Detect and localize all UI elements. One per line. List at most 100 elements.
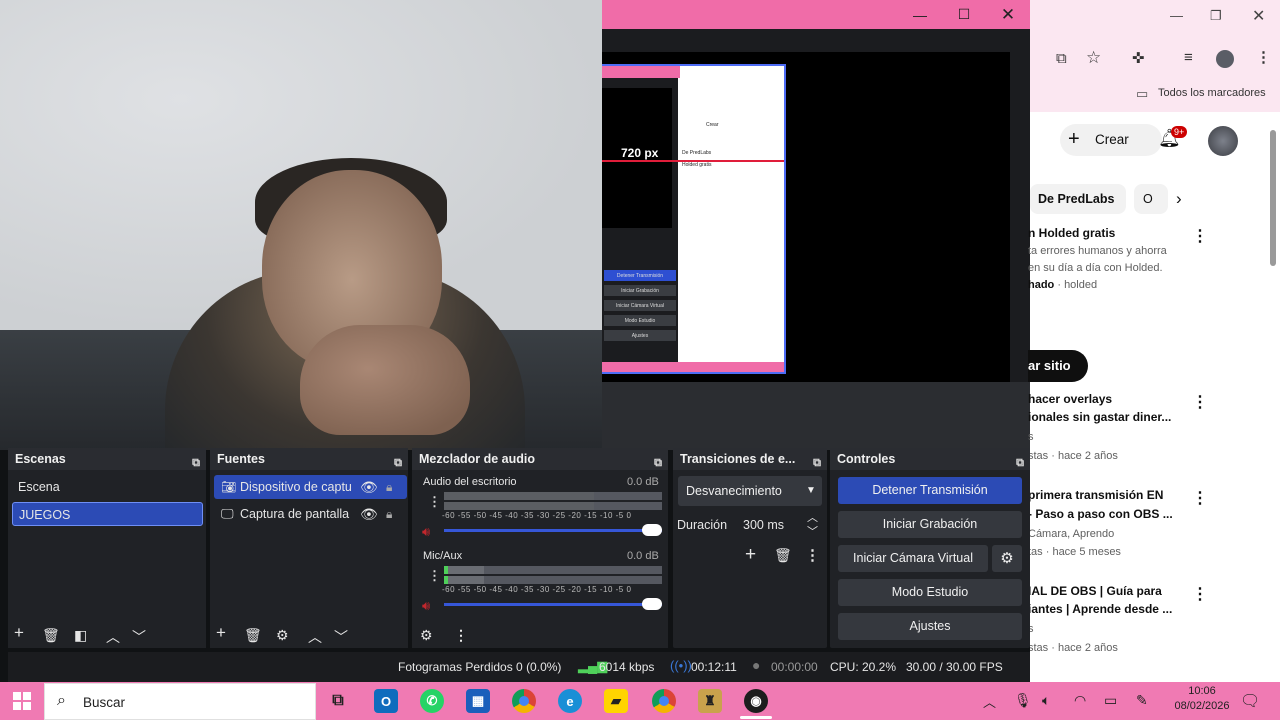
virtual-cam-settings-icon[interactable]: ⚙	[992, 545, 1022, 572]
chevron-right-icon[interactable]: ›	[1176, 189, 1182, 209]
clock[interactable]: 10:06 08/02/2026	[1174, 685, 1230, 712]
channel-name: s	[1028, 431, 1034, 443]
webcam-feed	[0, 0, 602, 450]
create-button[interactable]: + Crear	[1060, 124, 1162, 156]
transition-menu-icon[interactable]: ⋮	[805, 546, 820, 564]
restore-icon[interactable]: ❐	[1210, 8, 1222, 24]
wifi-icon[interactable]: ◠	[1074, 692, 1086, 709]
extensions-icon[interactable]: ✜	[1132, 49, 1145, 67]
mixer-menu-icon[interactable]: ⋮	[454, 627, 468, 644]
duration-input[interactable]: 300 ms ︿ ﹀	[735, 512, 821, 538]
video-title[interactable]: iantes | Aprende desde ...	[1028, 602, 1172, 616]
more-icon[interactable]: ⋮	[1192, 488, 1208, 508]
eye-icon[interactable]: 👁︎	[360, 475, 378, 499]
start-recording-button[interactable]: Iniciar Grabación	[838, 511, 1022, 538]
channel-name: Mic/Aux	[423, 550, 463, 562]
float-icon[interactable]: ⧉	[192, 452, 200, 474]
trash-icon[interactable]: 🗑︎	[244, 627, 262, 644]
bookmarks-label[interactable]: Todos los marcadores	[1158, 87, 1266, 99]
edge-icon[interactable]: e	[558, 689, 582, 713]
add-icon[interactable]: +	[14, 623, 24, 643]
video-title[interactable]: primera transmisión EN	[1028, 488, 1163, 502]
media-icon[interactable]: ≡	[1184, 49, 1193, 66]
profile-avatar[interactable]	[1216, 50, 1234, 68]
chrome-icon[interactable]	[512, 689, 536, 713]
more-icon[interactable]: ⋮	[1192, 226, 1208, 246]
chip-more[interactable]: O	[1134, 184, 1168, 214]
studio-mode-button[interactable]: Modo Estudio	[838, 579, 1022, 606]
lock-icon[interactable]: 🔒︎	[386, 502, 392, 526]
install-icon[interactable]: ⧉	[1056, 50, 1067, 67]
notification-badge: 9+	[1171, 126, 1188, 138]
video-title[interactable]: n Holded gratis	[1028, 226, 1115, 240]
scene-item[interactable]: Escena	[12, 475, 203, 499]
more-icon[interactable]: ⋮	[1192, 584, 1208, 604]
volume-slider[interactable]	[444, 529, 662, 532]
scene-item-selected[interactable]: JUEGOS	[12, 502, 203, 526]
close-icon[interactable]: ✕	[1252, 6, 1265, 26]
star-icon[interactable]: ☆	[1086, 48, 1101, 68]
source-item[interactable]: 🖵︎ Captura de pantalla 👁︎ 🔒︎	[214, 502, 407, 526]
transition-select[interactable]: Desvanecimiento ▼	[678, 476, 822, 506]
float-icon[interactable]: ⧉	[394, 452, 402, 474]
close-button[interactable]: ✕	[986, 0, 1030, 29]
volume-handle[interactable]	[642, 598, 662, 610]
volume-handle[interactable]	[642, 524, 662, 536]
video-title[interactable]: - Paso a paso con OBS ...	[1028, 507, 1173, 521]
add-icon[interactable]: +	[745, 544, 756, 566]
avatar[interactable]	[1208, 126, 1238, 156]
more-icon[interactable]: ⋮	[1192, 392, 1208, 412]
menu-icon[interactable]: ⋮	[1256, 48, 1271, 66]
chip-de-predlabs[interactable]: De PredLabs	[1030, 184, 1126, 214]
video-title[interactable]: ionales sin gastar diner...	[1028, 410, 1171, 424]
maximize-button[interactable]: ☐	[942, 0, 986, 29]
down-icon[interactable]: ﹀	[807, 519, 818, 545]
down-icon[interactable]: ﹀	[334, 627, 348, 647]
filter-icon[interactable]: ◧	[74, 627, 87, 644]
store-icon[interactable]: ▦	[466, 689, 490, 713]
notifications-icon[interactable]: 🗨︎	[1240, 691, 1260, 711]
chrome-profile-icon[interactable]	[652, 689, 676, 713]
lock-icon[interactable]: 🔒︎	[386, 475, 392, 499]
task-view-icon[interactable]: ⧉	[326, 689, 350, 713]
up-icon[interactable]: ︿	[106, 627, 120, 647]
add-icon[interactable]: +	[216, 623, 226, 643]
channel-menu-icon[interactable]: ⋮	[428, 568, 441, 584]
windows-start-icon[interactable]	[13, 692, 31, 710]
video-title[interactable]: hacer overlays	[1028, 392, 1112, 406]
minimize-button[interactable]: —	[898, 0, 942, 29]
volume-slider[interactable]	[444, 603, 662, 606]
minimize-icon[interactable]: —	[1170, 8, 1183, 23]
volume-icon[interactable]: 🔈︎	[1042, 692, 1050, 709]
visit-site-button[interactable]: ar sitio	[1028, 350, 1088, 382]
search-box[interactable]: ⌕ Buscar	[44, 683, 316, 720]
microphone-icon[interactable]: 🎙︎	[1014, 692, 1032, 709]
trash-icon[interactable]: 🗑︎	[42, 627, 60, 644]
video-title[interactable]: IAL DE OBS | Guía para	[1028, 584, 1162, 598]
battery-icon[interactable]: ▭	[1104, 692, 1117, 709]
float-icon[interactable]: ⧉	[813, 452, 821, 474]
pen-icon[interactable]: ✎	[1136, 692, 1148, 709]
channel-menu-icon[interactable]: ⋮	[428, 494, 441, 510]
gear-icon[interactable]: ⚙	[276, 627, 289, 644]
eye-icon[interactable]: 👁︎	[360, 502, 378, 526]
obs-icon[interactable]: ◉	[744, 689, 768, 713]
scrollbar-thumb[interactable]	[1270, 130, 1276, 266]
down-icon[interactable]: ﹀	[132, 627, 146, 647]
float-icon[interactable]: ⧉	[654, 452, 662, 474]
up-icon[interactable]: ︿	[308, 627, 322, 647]
whatsapp-icon[interactable]: ✆	[420, 689, 444, 713]
start-virtual-camera-button[interactable]: Iniciar Cámara Virtual	[838, 545, 988, 572]
mic-muted-icon[interactable]: 🔊︎	[422, 598, 430, 614]
chevron-up-icon[interactable]: ︿	[983, 692, 996, 711]
settings-button[interactable]: Ajustes	[838, 613, 1022, 640]
sticky-notes-icon[interactable]: ▰	[604, 689, 628, 713]
trash-icon[interactable]: 🗑︎	[774, 547, 792, 564]
stop-stream-button[interactable]: Detener Transmisión	[838, 477, 1022, 504]
source-item-selected[interactable]: 📷︎ Dispositivo de captu 👁︎ 🔒︎	[214, 475, 407, 499]
outlook-icon[interactable]: O	[374, 689, 398, 713]
game-icon[interactable]: ♜	[698, 689, 722, 713]
advanced-audio-icon[interactable]: ⚙	[420, 627, 433, 644]
float-icon[interactable]: ⧉	[1016, 452, 1024, 474]
speaker-muted-icon[interactable]: 🔊︎	[422, 524, 430, 540]
